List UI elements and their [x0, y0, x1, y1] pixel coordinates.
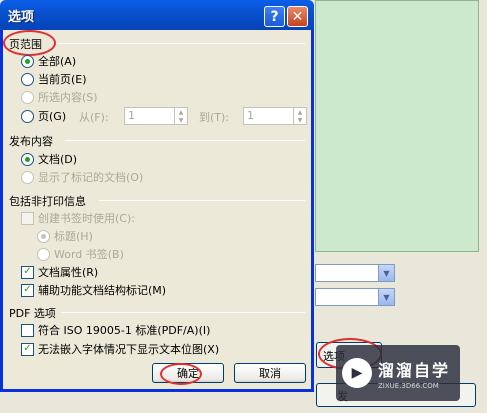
structure-tags-label: 辅助功能文档结构标记(M): [38, 284, 167, 297]
checkbox-create-bookmarks: 创建书签时使用(C):: [21, 210, 135, 226]
radio-current-page[interactable]: 当前页(E): [21, 71, 87, 87]
radio-pages-label: 页(G): [38, 110, 67, 123]
bookmarks-checkbox: [21, 211, 34, 225]
from-page-value: 1: [128, 109, 135, 122]
radio-headings-indicator: [37, 229, 50, 243]
structure-tags-checkbox[interactable]: ✓: [21, 283, 34, 297]
annotation-circle-ok: [160, 363, 202, 385]
radio-markup-document: 显示了标记的文档(O): [21, 169, 143, 185]
radio-markup-indicator: [21, 170, 34, 184]
spinner-arrows-icon: ▲ ▼: [293, 108, 306, 124]
radio-all-indicator[interactable]: [21, 54, 34, 68]
checkbox-iso[interactable]: 符合 ISO 19005-1 标准(PDF/A)(I): [21, 322, 210, 338]
radio-pages[interactable]: 页(G): [21, 108, 66, 124]
bitmap-checkbox[interactable]: ✓: [21, 342, 34, 356]
watermark-logo-icon: ▶: [342, 358, 372, 388]
radio-selection: 所选内容(S): [21, 89, 98, 105]
radio-current-label: 当前页(E): [38, 73, 87, 86]
radio-word-bookmarks: Word 书签(B): [37, 246, 124, 262]
checkbox-document-properties[interactable]: ✓ 文档属性(R): [21, 264, 98, 280]
background-preview-panel: [315, 0, 479, 252]
spinner-arrows-icon: ▲ ▼: [174, 108, 187, 124]
radio-document-indicator[interactable]: [21, 152, 34, 166]
iso-checkbox[interactable]: [21, 323, 34, 337]
background-dropdown-2[interactable]: ▼: [315, 288, 395, 306]
watermark-title: 溜溜自学: [378, 360, 451, 380]
bookmarks-label: 创建书签时使用(C):: [38, 212, 135, 225]
to-page-value: 1: [247, 109, 254, 122]
from-label: 从(F):: [79, 111, 109, 124]
properties-label: 文档属性(R): [38, 266, 99, 279]
dialog-titlebar: 选项 ? ✕: [0, 0, 314, 30]
chevron-down-icon: ▼: [378, 289, 394, 305]
radio-current-indicator[interactable]: [21, 72, 34, 86]
checkbox-structure-tags[interactable]: ✓ 辅助功能文档结构标记(M): [21, 282, 166, 298]
dialog-title: 选项: [8, 10, 35, 25]
radio-all[interactable]: 全部(A): [21, 53, 76, 69]
close-button[interactable]: ✕: [287, 6, 308, 27]
radio-markup-label: 显示了标记的文档(O): [38, 171, 144, 184]
checkbox-bitmap-text[interactable]: ✓ 无法嵌入字体情况下显示文本位图(X): [21, 341, 219, 357]
to-page-stepper: 1 ▲ ▼: [243, 107, 307, 125]
chevron-down-icon: ▼: [378, 265, 394, 281]
radio-word-bookmarks-label: Word 书签(B): [54, 248, 124, 261]
radio-headings: 标题(H): [37, 228, 93, 244]
radio-pages-indicator[interactable]: [21, 109, 34, 123]
options-dialog: 选项 ? ✕ 页范围 全部(A) 当前页(E) 所选内容(S) 页(G) 从(F…: [0, 0, 314, 392]
iso-label: 符合 ISO 19005-1 标准(PDF/A)(I): [38, 324, 211, 337]
bitmap-label: 无法嵌入字体情况下显示文本位图(X): [38, 343, 220, 356]
radio-selection-indicator: [21, 90, 34, 104]
watermark-url: ZIXUE.3D66.COM: [378, 381, 439, 390]
publish-heading: 发布内容: [9, 135, 53, 148]
pdf-heading: PDF 选项: [9, 307, 56, 320]
from-page-stepper: 1 ▲ ▼: [124, 107, 188, 125]
radio-headings-label: 标题(H): [54, 230, 93, 243]
radio-all-label: 全部(A): [38, 55, 77, 68]
radio-document-label: 文档(D): [38, 153, 78, 166]
cancel-button[interactable]: 取消: [234, 363, 306, 383]
radio-selection-label: 所选内容(S): [38, 91, 98, 104]
help-button[interactable]: ?: [264, 6, 285, 27]
properties-checkbox[interactable]: ✓: [21, 265, 34, 279]
background-dropdown-1[interactable]: ▼: [315, 264, 395, 282]
to-label: 到(T):: [199, 111, 230, 124]
radio-document[interactable]: 文档(D): [21, 151, 77, 167]
radio-word-bookmarks-indicator: [37, 247, 50, 261]
watermark: ▶ 溜溜自学 ZIXUE.3D66.COM: [336, 345, 460, 401]
nonprint-heading: 包括非打印信息: [9, 195, 86, 208]
